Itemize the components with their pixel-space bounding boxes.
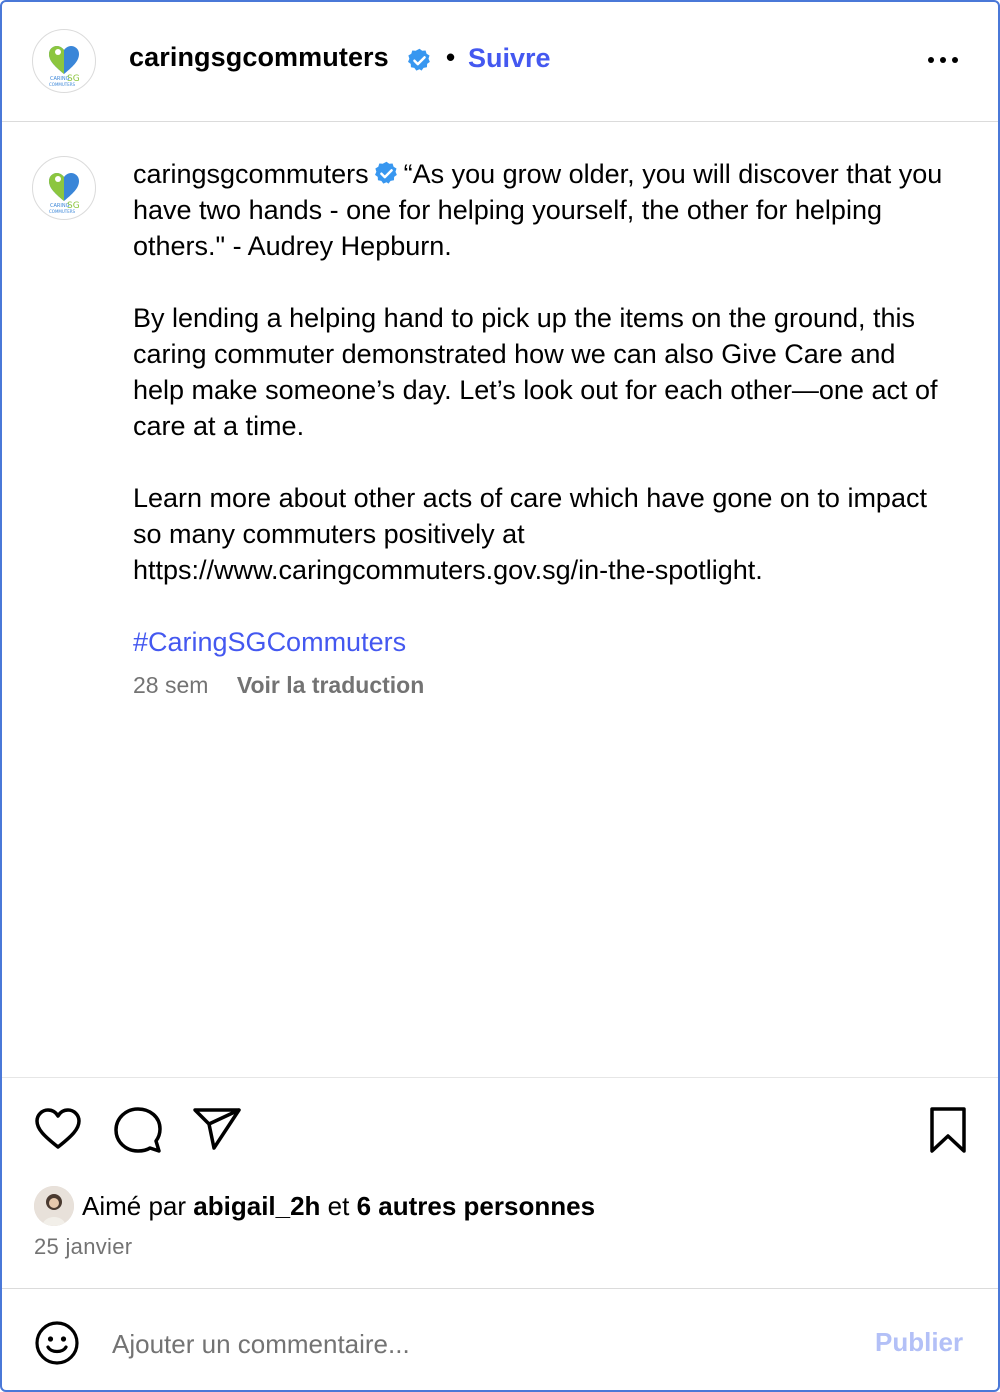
comment-input[interactable] (112, 1322, 832, 1366)
likes-joiner: et (327, 1190, 350, 1221)
emoji-icon[interactable] (34, 1320, 80, 1366)
caption-meta: 28 sem Voir la traduction (133, 672, 424, 699)
post-window: CARING SG COMMUTERS caringsgcommuters • … (0, 0, 1000, 1392)
liker-avatar[interactable] (34, 1186, 74, 1226)
header-username[interactable]: caringsgcommuters (129, 42, 389, 73)
more-options-icon[interactable] (923, 48, 963, 72)
likes-others-link[interactable]: 6 autres personnes (357, 1191, 595, 1222)
logo-text-commuters: COMMUTERS (49, 209, 76, 214)
caption-time-ago[interactable]: 28 sem (133, 672, 208, 698)
caption-paragraph-2: By lending a helping hand to pick up the… (133, 303, 938, 441)
likes-summary: Aimé par abigail_2h et 6 autres personne… (34, 1186, 595, 1226)
publish-button[interactable]: Publier (875, 1327, 963, 1358)
follow-button[interactable]: Suivre (468, 43, 551, 74)
liker-username[interactable]: abigail_2h (193, 1191, 320, 1222)
heart-icon[interactable] (34, 1107, 82, 1153)
caring-sg-commuters-logo-icon[interactable]: CARING SG COMMUTERS (32, 29, 96, 93)
caption-paragraph-3: Learn more about other acts of care whic… (133, 483, 927, 585)
logo-text-commuters: COMMUTERS (49, 82, 76, 87)
hashtag-link[interactable]: #CaringSGCommuters (133, 624, 943, 660)
caption-avatar-logo-icon[interactable]: CARING SG COMMUTERS (32, 156, 96, 220)
comment-icon[interactable] (113, 1106, 163, 1154)
actions-divider (2, 1077, 998, 1078)
share-icon[interactable] (192, 1107, 242, 1151)
bookmark-icon[interactable] (928, 1106, 968, 1154)
verified-badge-icon (373, 160, 400, 187)
verified-badge-icon (406, 47, 433, 74)
post-caption: CARING SG COMMUTERS caringsgcommuters “As… (2, 122, 998, 1077)
caption-text: caringsgcommuters “As you grow older, you… (133, 156, 943, 660)
caption-username[interactable]: caringsgcommuters (133, 159, 369, 189)
see-translation-button[interactable]: Voir la traduction (237, 672, 424, 698)
likes-prefix: Aimé par (82, 1190, 187, 1221)
caption-paragraph-1: caringsgcommuters “As you grow older, you… (133, 156, 943, 264)
post-date[interactable]: 25 janvier (34, 1234, 132, 1260)
header-separator: • (446, 42, 456, 72)
comment-divider (2, 1288, 998, 1289)
post-header: CARING SG COMMUTERS caringsgcommuters • … (2, 2, 998, 122)
